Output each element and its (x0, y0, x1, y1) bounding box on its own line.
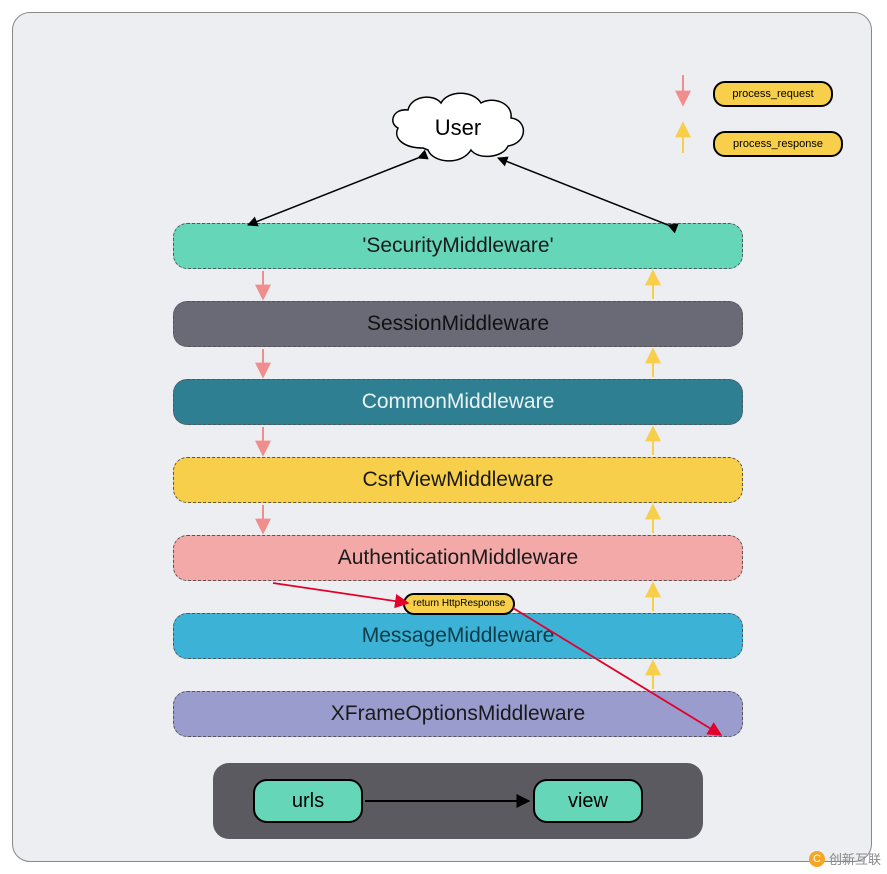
arrow-user-to-security-left (248, 158, 418, 225)
mw-label: MessageMiddleware (362, 624, 555, 647)
mw-label: XFrameOptionsMiddleware (331, 702, 585, 725)
red-arrow-to-return (273, 583, 408, 603)
middleware-security: 'SecurityMiddleware' (173, 223, 743, 269)
return-httpresponse-pill: return HttpResponse (403, 593, 515, 615)
user-node: User (383, 88, 533, 168)
watermark: C 创新互联 (809, 849, 881, 868)
middleware-common: CommonMiddleware (173, 379, 743, 425)
mw-label: 'SecurityMiddleware' (362, 234, 553, 257)
view-node: view (533, 779, 643, 823)
middleware-csrf: CsrfViewMiddleware (173, 457, 743, 503)
legend-process-request: process_request (713, 81, 833, 107)
middleware-authentication: AuthenticationMiddleware (173, 535, 743, 581)
urls-node: urls (253, 779, 363, 823)
diagram-canvas: User process_request process_response 'S… (12, 12, 872, 862)
mw-label: AuthenticationMiddleware (338, 546, 578, 569)
mw-label: CommonMiddleware (362, 390, 555, 413)
watermark-icon: C (809, 851, 825, 867)
watermark-text: 创新互联 (829, 849, 881, 868)
middleware-session: SessionMiddleware (173, 301, 743, 347)
urls-view-box: urls view (213, 763, 703, 839)
legend-process-response: process_response (713, 131, 843, 157)
middleware-message: MessageMiddleware (173, 613, 743, 659)
mw-label: SessionMiddleware (367, 312, 549, 335)
arrow-security-to-user-right (498, 158, 668, 225)
user-label: User (435, 115, 481, 141)
mw-label: CsrfViewMiddleware (362, 468, 553, 491)
middleware-xframeoptions: XFrameOptionsMiddleware (173, 691, 743, 737)
